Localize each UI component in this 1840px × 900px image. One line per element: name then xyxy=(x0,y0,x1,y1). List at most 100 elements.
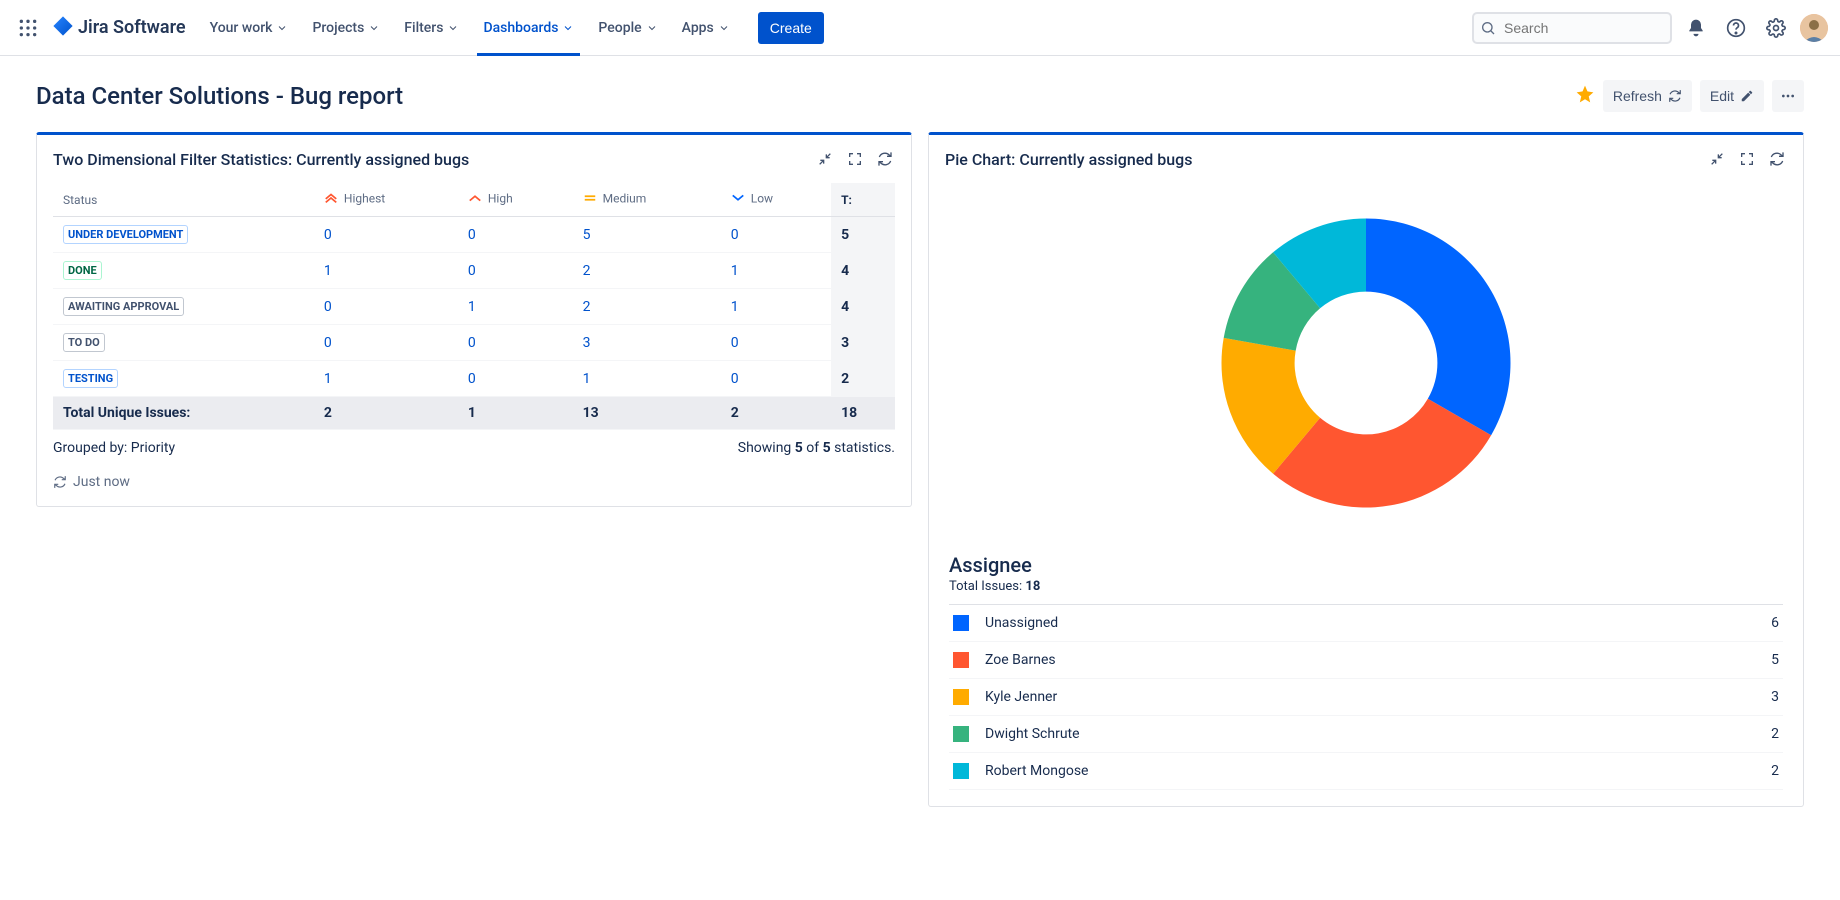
avatar[interactable] xyxy=(1800,14,1828,42)
stats-gadget: Two Dimensional Filter Statistics: Curre… xyxy=(36,132,912,507)
refresh-gadget-icon[interactable] xyxy=(1767,149,1787,169)
nav-item-projects[interactable]: Projects xyxy=(300,0,392,56)
more-button[interactable] xyxy=(1772,80,1804,112)
last-refresh: Just now xyxy=(53,456,895,490)
legend-count: 5 xyxy=(1771,652,1779,668)
legend-row[interactable]: Dwight Schrute2 xyxy=(949,716,1783,753)
minimize-icon[interactable] xyxy=(815,149,835,169)
stats-body: Status Highest High Medium Low T: UNDER … xyxy=(37,183,911,506)
stats-gadget-title: Two Dimensional Filter Statistics: Curre… xyxy=(53,150,469,169)
page-actions: Refresh Edit xyxy=(1575,80,1804,112)
legend-row[interactable]: Unassigned6 xyxy=(949,605,1783,642)
showing-count: Showing 5 of 5 statistics. xyxy=(738,440,895,456)
col-medium: Medium xyxy=(573,183,721,217)
pie-body: Assignee Total Issues: 18 Unassigned6Zoe… xyxy=(929,183,1803,806)
refresh-gadget-icon[interactable] xyxy=(875,149,895,169)
edit-label: Edit xyxy=(1710,88,1734,104)
help-icon[interactable] xyxy=(1720,12,1752,44)
chevron-down-icon xyxy=(562,22,574,34)
refresh-icon xyxy=(1668,89,1682,103)
stats-meta: Grouped by: Priority Showing 5 of 5 stat… xyxy=(53,430,895,456)
chevron-down-icon xyxy=(368,22,380,34)
legend-row[interactable]: Kyle Jenner3 xyxy=(949,679,1783,716)
legend-count: 6 xyxy=(1771,615,1779,631)
legend-name: Unassigned xyxy=(985,615,1771,631)
search-input[interactable] xyxy=(1472,12,1672,44)
app-switcher-icon[interactable] xyxy=(12,12,44,44)
maximize-icon[interactable] xyxy=(845,149,865,169)
legend-list: Unassigned6Zoe Barnes5Kyle Jenner3Dwight… xyxy=(949,604,1783,790)
topnav-left: Jira Software Your workProjectsFiltersDa… xyxy=(12,0,824,56)
pie-gadget: Pie Chart: Currently assigned bugs Assig… xyxy=(928,132,1804,807)
jira-logo[interactable]: Jira Software xyxy=(52,15,186,41)
table-row: UNDER DEVELOPMENT00505 xyxy=(53,217,895,253)
table-row: AWAITING APPROVAL01214 xyxy=(53,289,895,325)
chevron-down-icon xyxy=(646,22,658,34)
settings-icon[interactable] xyxy=(1760,12,1792,44)
donut-svg xyxy=(1196,193,1536,533)
nav-item-filters[interactable]: Filters xyxy=(392,0,471,56)
legend-row[interactable]: Robert Mongose2 xyxy=(949,753,1783,790)
top-nav: Jira Software Your workProjectsFiltersDa… xyxy=(0,0,1840,56)
nav-item-apps[interactable]: Apps xyxy=(670,0,742,56)
pie-legend: Assignee Total Issues: 18 Unassigned6Zoe… xyxy=(945,553,1787,790)
grouped-by: Grouped by: Priority xyxy=(53,440,175,456)
topnav-right xyxy=(1472,12,1828,44)
nav-item-your-work[interactable]: Your work xyxy=(198,0,301,56)
legend-count: 2 xyxy=(1771,726,1779,742)
table-row: TESTING10102 xyxy=(53,361,895,397)
maximize-icon[interactable] xyxy=(1737,149,1757,169)
status-lozenge[interactable]: AWAITING APPROVAL xyxy=(63,297,184,316)
legend-count: 3 xyxy=(1771,689,1779,705)
gadget-controls xyxy=(1707,149,1787,169)
gadget-header: Two Dimensional Filter Statistics: Curre… xyxy=(37,135,911,183)
more-icon xyxy=(1780,88,1796,104)
nav-menu: Your workProjectsFiltersDashboardsPeople… xyxy=(198,0,742,56)
refresh-button[interactable]: Refresh xyxy=(1603,80,1692,112)
table-row: TO DO00303 xyxy=(53,325,895,361)
nav-item-people[interactable]: People xyxy=(586,0,669,56)
legend-name: Dwight Schrute xyxy=(985,726,1771,742)
edit-button[interactable]: Edit xyxy=(1700,80,1764,112)
col-total: T: xyxy=(831,183,895,217)
legend-count: 2 xyxy=(1771,763,1779,779)
legend-row[interactable]: Zoe Barnes5 xyxy=(949,642,1783,679)
pie-slice[interactable] xyxy=(1366,219,1511,436)
legend-name: Kyle Jenner xyxy=(985,689,1771,705)
status-lozenge[interactable]: UNDER DEVELOPMENT xyxy=(63,225,188,244)
legend-title: Assignee xyxy=(949,553,1783,577)
legend-swatch xyxy=(953,763,969,779)
donut-chart xyxy=(945,183,1787,553)
col-status: Status xyxy=(53,183,314,217)
gadget-header: Pie Chart: Currently assigned bugs xyxy=(929,135,1803,183)
legend-name: Robert Mongose xyxy=(985,763,1771,779)
minimize-icon[interactable] xyxy=(1707,149,1727,169)
product-name: Jira Software xyxy=(78,17,186,38)
status-lozenge[interactable]: DONE xyxy=(63,261,102,280)
nav-item-dashboards[interactable]: Dashboards xyxy=(471,0,586,56)
page-title: Data Center Solutions - Bug report xyxy=(36,82,403,110)
status-lozenge[interactable]: TO DO xyxy=(63,333,105,352)
table-totals-row: Total Unique Issues:2113218 xyxy=(53,397,895,430)
create-button[interactable]: Create xyxy=(758,12,824,44)
page-header: Data Center Solutions - Bug report Refre… xyxy=(0,56,1840,124)
legend-swatch xyxy=(953,726,969,742)
pencil-icon xyxy=(1740,89,1754,103)
status-lozenge[interactable]: TESTING xyxy=(63,369,118,388)
search-icon xyxy=(1480,20,1496,40)
high-icon xyxy=(468,191,482,208)
refresh-small-icon xyxy=(53,475,67,489)
highest-icon xyxy=(324,191,338,208)
pie-gadget-title: Pie Chart: Currently assigned bugs xyxy=(945,150,1192,169)
legend-swatch xyxy=(953,689,969,705)
chevron-down-icon xyxy=(276,22,288,34)
stats-table: Status Highest High Medium Low T: UNDER … xyxy=(53,183,895,430)
star-icon[interactable] xyxy=(1575,84,1595,108)
refresh-label: Refresh xyxy=(1613,88,1662,104)
col-highest: Highest xyxy=(314,183,458,217)
chevron-down-icon xyxy=(718,22,730,34)
legend-subtitle: Total Issues: 18 xyxy=(949,579,1783,594)
table-row: DONE10214 xyxy=(53,253,895,289)
medium-icon xyxy=(583,191,597,208)
notifications-icon[interactable] xyxy=(1680,12,1712,44)
